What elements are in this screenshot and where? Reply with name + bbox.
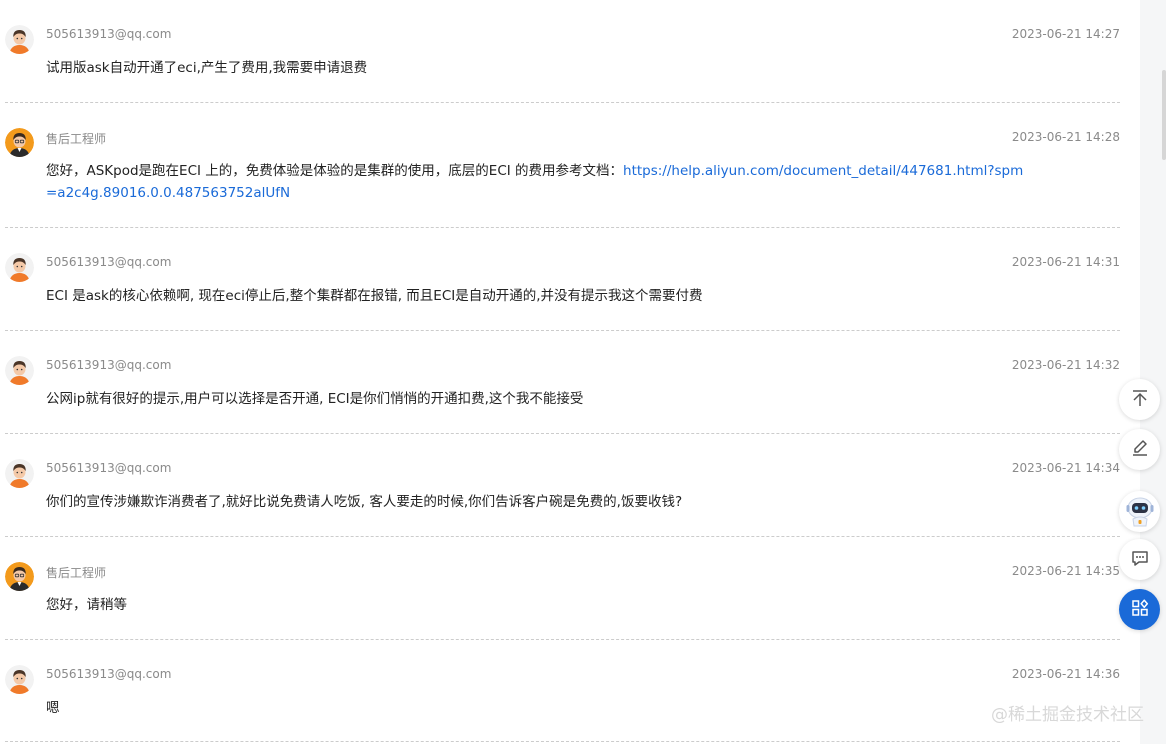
message-time: 2023-06-21 14:31: [1011, 255, 1120, 269]
sender-name: 505613913@qq.com: [46, 358, 172, 372]
edit-button[interactable]: [1119, 429, 1160, 470]
message-divider: [5, 741, 1120, 742]
apps-button[interactable]: [1119, 589, 1160, 630]
message-divider: [5, 227, 1120, 228]
message-time: 2023-06-21 14:35: [1011, 564, 1120, 578]
user-avatar: [5, 25, 34, 54]
message-time: 2023-06-21 14:32: [1011, 358, 1120, 372]
ticket-conversation-page: 505613913@qq.com 2023-06-21 14:27 试用版ask…: [0, 0, 1166, 744]
sender-name: 505613913@qq.com: [46, 27, 172, 41]
message-time: 2023-06-21 14:28: [1011, 130, 1120, 144]
sender-name: 505613913@qq.com: [46, 667, 172, 681]
message-divider: [5, 639, 1120, 640]
sender-name: 售后工程师: [46, 132, 107, 146]
message-text: 公网ip就有很好的提示,用户可以选择是否开通, ECI是你们悄悄的开通扣费,这个…: [46, 391, 584, 407]
message-time: 2023-06-21 14:36: [1011, 667, 1120, 681]
message-time: 2023-06-21 14:27: [1011, 27, 1120, 41]
message-divider: [5, 433, 1120, 434]
message-text: 你们的宣传涉嫌欺诈消费者了,就好比说免费请人吃饭, 客人要走的时候,你们告诉客户…: [46, 494, 683, 510]
message-text: 嗯: [46, 700, 60, 716]
page-scrollbar[interactable]: [1140, 0, 1166, 744]
feedback-button[interactable]: [1119, 539, 1160, 580]
user-avatar: [5, 459, 34, 488]
sender-name: 505613913@qq.com: [46, 255, 172, 269]
apps-grid-icon: [1130, 598, 1150, 622]
user-avatar: [5, 665, 34, 694]
message-divider: [5, 330, 1120, 331]
message-divider: [5, 536, 1120, 537]
message-text: 您好，请稍等: [46, 597, 127, 613]
watermark: @稀土掘金技术社区: [991, 705, 1144, 725]
message-time: 2023-06-21 14:34: [1011, 461, 1120, 475]
assistant-button[interactable]: [1119, 491, 1160, 532]
back-to-top-icon: [1130, 388, 1150, 412]
sender-name: 505613913@qq.com: [46, 461, 172, 475]
engineer-avatar: [5, 562, 34, 591]
user-avatar: [5, 356, 34, 385]
user-avatar: [5, 253, 34, 282]
scrollbar-thumb[interactable]: [1162, 70, 1166, 160]
sender-name: 售后工程师: [46, 566, 107, 580]
message-text: 您好，ASKpod是跑在ECI 上的，免费体验是体验的是集群的使用，底层的ECI…: [46, 160, 1026, 204]
message-divider: [5, 102, 1120, 103]
back-to-top-button[interactable]: [1119, 379, 1160, 420]
message-text-content: 您好，ASKpod是跑在ECI 上的，免费体验是体验的是集群的使用，底层的ECI…: [46, 163, 624, 179]
engineer-avatar: [5, 128, 34, 157]
message-text: ECI 是ask的核心依赖啊, 现在eci停止后,整个集群都在报错, 而且ECI…: [46, 288, 703, 304]
edit-icon: [1130, 438, 1150, 462]
message-thread: 505613913@qq.com 2023-06-21 14:27 试用版ask…: [0, 0, 1140, 744]
chat-icon: [1130, 548, 1150, 572]
assistant-robot-icon: [1122, 492, 1158, 532]
message-text: 试用版ask自动开通了eci,产生了费用,我需要申请退费: [46, 60, 368, 76]
